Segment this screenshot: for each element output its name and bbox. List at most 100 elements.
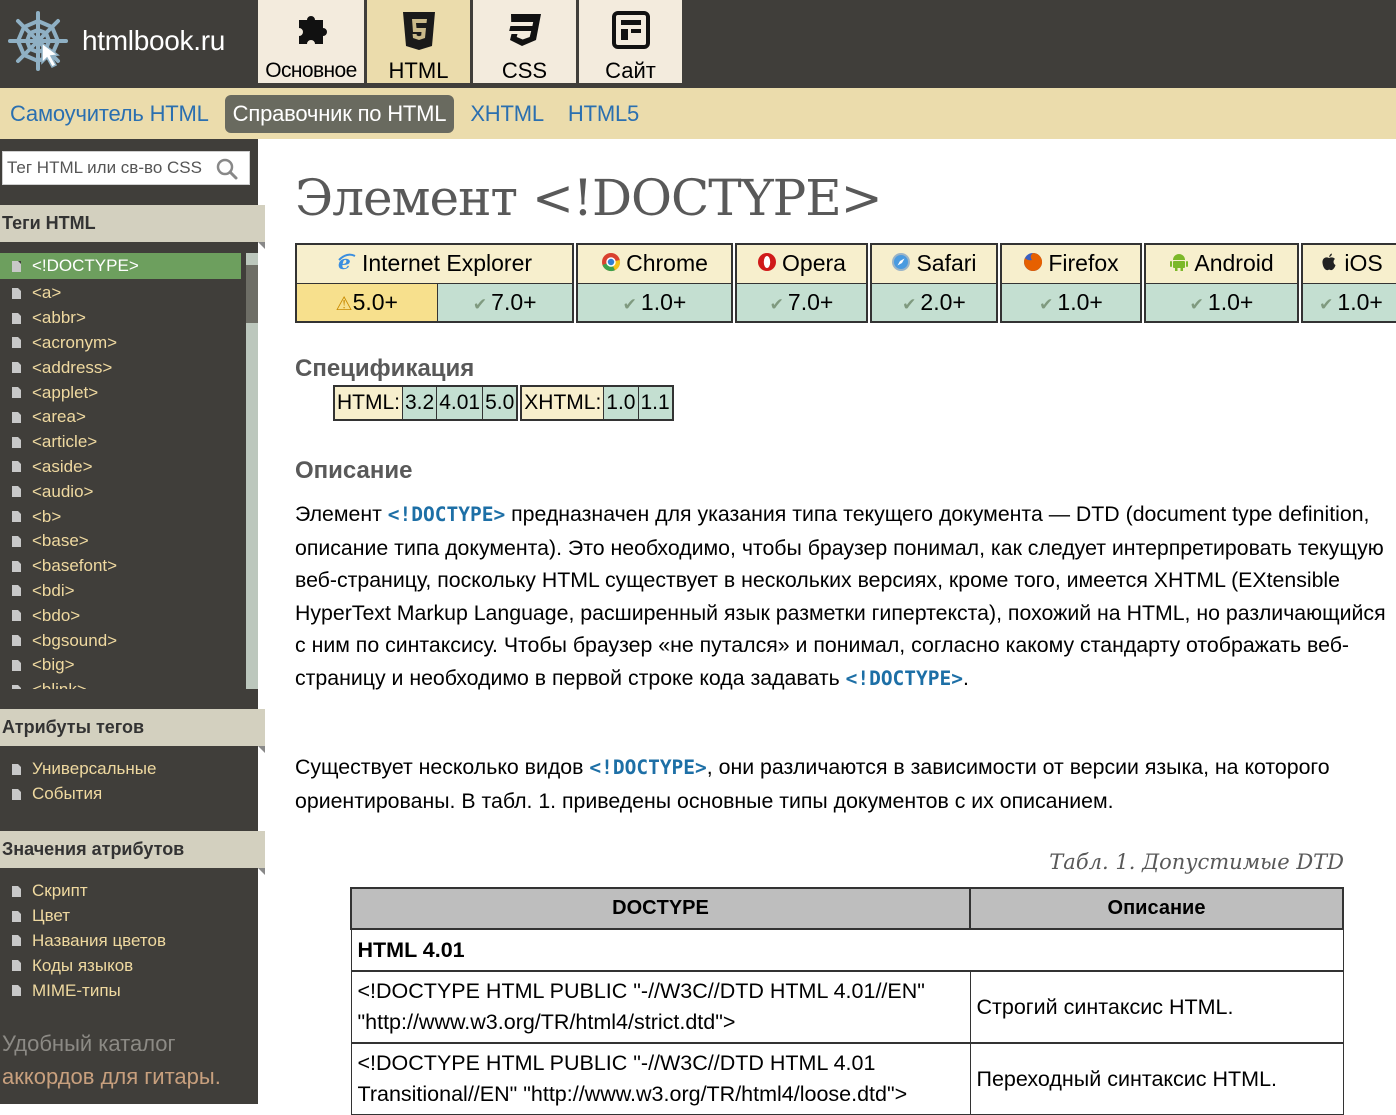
- tag-item[interactable]: <acronym>: [0, 331, 241, 356]
- document-icon: [12, 960, 21, 972]
- document-icon: [12, 362, 21, 374]
- tag-item[interactable]: <aside>: [0, 455, 241, 480]
- browser-header: Chrome: [578, 245, 731, 284]
- tag-item[interactable]: <audio>: [0, 479, 241, 504]
- value-item-script[interactable]: Скрипт: [0, 879, 258, 904]
- document-icon: [12, 763, 21, 775]
- tag-item-label: <acronym>: [32, 332, 118, 352]
- document-icon: [12, 935, 21, 947]
- value-item-color-names[interactable]: Названия цветов: [0, 929, 258, 954]
- value-item-label: MIME-типы: [32, 980, 121, 1000]
- tag-item[interactable]: <article>: [0, 430, 241, 455]
- spec-version[interactable]: 1.1: [638, 387, 672, 419]
- document-icon: [12, 511, 21, 523]
- tag-item-label: <blink>: [32, 680, 87, 689]
- tag-item[interactable]: <big>: [0, 653, 241, 678]
- attr-item-events[interactable]: События: [0, 782, 258, 807]
- tag-item[interactable]: <address>: [0, 355, 241, 380]
- tag-item[interactable]: <a>: [0, 281, 241, 306]
- section-attribute-values-heading[interactable]: Значения атрибутов: [0, 831, 265, 868]
- tab-css[interactable]: CSS: [473, 0, 576, 83]
- tab-main[interactable]: Основное: [258, 0, 364, 83]
- attr-item-label: События: [32, 784, 103, 804]
- description-heading: Описание: [295, 457, 413, 484]
- section-tag-attributes-heading[interactable]: Атрибуты тегов: [0, 709, 265, 746]
- tag-item[interactable]: <abbr>: [0, 306, 241, 331]
- doctype-cell: <!DOCTYPE HTML PUBLIC "-//W3C//DTD HTML …: [350, 970, 971, 1044]
- android-icon: [1170, 254, 1189, 272]
- search-input[interactable]: [3, 152, 203, 184]
- tag-item-label: <audio>: [32, 481, 94, 501]
- tag-item[interactable]: <b>: [0, 504, 241, 529]
- site-logo[interactable]: htmlbook.ru: [6, 8, 225, 74]
- ad-text: Удобный каталог: [2, 1031, 176, 1056]
- tag-item-label: <bdo>: [32, 605, 81, 625]
- tag-item[interactable]: <applet>: [0, 380, 241, 405]
- specification-table: HTML: 3.2 4.01 5.0 XHTML: 1.0 1.1: [333, 385, 676, 421]
- attr-item-universal[interactable]: Универсальные: [0, 757, 258, 782]
- document-icon: [12, 659, 21, 671]
- browser-firefox: Firefox ✔ 1.0+: [1000, 243, 1142, 323]
- collapse-corner-icon: [258, 868, 265, 875]
- document-icon: [12, 411, 21, 423]
- browser-header: Firefox: [1002, 245, 1140, 284]
- spec-version[interactable]: 1.0: [604, 387, 639, 419]
- safari-icon: [892, 253, 911, 272]
- browser-name: iOS: [1344, 250, 1383, 277]
- subnav-html5[interactable]: HTML5: [560, 95, 647, 133]
- tag-item[interactable]: <bdi>: [0, 579, 241, 604]
- tag-item-label: <basefont>: [32, 556, 118, 576]
- tag-item[interactable]: <base>: [0, 529, 241, 554]
- tags-scrollbar-thumb[interactable]: [246, 265, 258, 323]
- spec-xhtml-label: XHTML:: [522, 387, 605, 419]
- document-icon: [12, 560, 21, 572]
- spec-version[interactable]: 4.01: [437, 387, 484, 419]
- spec-xhtml-group: XHTML: 1.0 1.1: [520, 385, 674, 421]
- tab-site-label: Сайт: [605, 58, 656, 83]
- browser-android: Android ✔ 1.0+: [1144, 243, 1299, 323]
- search-icon[interactable]: [215, 157, 239, 181]
- group-label: HTML 4.01: [350, 928, 1344, 972]
- value-item-label: Коды языков: [32, 955, 134, 975]
- tag-item[interactable]: <blink>: [0, 678, 241, 689]
- tag-item[interactable]: <basefont>: [0, 554, 241, 579]
- subnav-tutorial[interactable]: Самоучитель HTML: [2, 95, 217, 133]
- document-icon: [12, 585, 21, 597]
- document-icon: [12, 337, 21, 349]
- browser-support-table: e Internet Explorer ⚠5.0+ ✔ 7.0+ Chrome ✔ 1…: [295, 243, 1396, 323]
- tag-item[interactable]: <bdo>: [0, 603, 241, 628]
- tag-item[interactable]: <area>: [0, 405, 241, 430]
- value-item-mime-types[interactable]: MIME-типы: [0, 978, 258, 1003]
- subnav-reference[interactable]: Справочник по HTML: [224, 94, 455, 133]
- browser-version: ✔ 1.0+: [578, 283, 731, 321]
- tab-site[interactable]: Сайт: [579, 0, 682, 83]
- main-tabs: Основное HTML CSS Сайт: [258, 0, 685, 83]
- firefox-icon: [1024, 253, 1043, 272]
- subnav-xhtml[interactable]: XHTML: [462, 95, 552, 133]
- document-icon: [12, 985, 21, 997]
- spec-version[interactable]: 3.2: [403, 387, 438, 419]
- sub-navigation: Самоучитель HTML Справочник по HTML XHTM…: [0, 88, 1396, 139]
- check-icon: ✔: [1319, 294, 1334, 314]
- spec-version[interactable]: 5.0: [483, 387, 517, 419]
- browser-version: ✔ 1.0+: [1146, 283, 1297, 321]
- document-icon: [12, 610, 21, 622]
- document-icon: [12, 635, 21, 647]
- table-row: <!DOCTYPE HTML PUBLIC "-//W3C//DTD HTML …: [350, 970, 1344, 1044]
- doctype-code: <!DOCTYPE>: [589, 756, 707, 779]
- document-icon: [12, 910, 21, 922]
- ad-link[interactable]: аккордов для гитары.: [2, 1064, 221, 1090]
- browser-header: Safari: [872, 245, 996, 284]
- browser-name: Opera: [782, 250, 846, 277]
- value-item-language-codes[interactable]: Коды языков: [0, 953, 258, 978]
- section-html-tags-heading[interactable]: Теги HTML: [0, 205, 265, 242]
- value-item-color[interactable]: Цвет: [0, 904, 258, 929]
- layout-icon: [611, 11, 650, 49]
- tag-item[interactable]: <bgsound>: [0, 628, 241, 653]
- tab-html[interactable]: HTML: [367, 0, 470, 83]
- puzzle-icon: [299, 16, 327, 44]
- value-item-label: Названия цветов: [32, 930, 166, 950]
- tag-item-label: <aside>: [32, 456, 93, 476]
- tag-item-doctype[interactable]: <!DOCTYPE>: [0, 253, 241, 279]
- document-icon: [12, 260, 21, 272]
